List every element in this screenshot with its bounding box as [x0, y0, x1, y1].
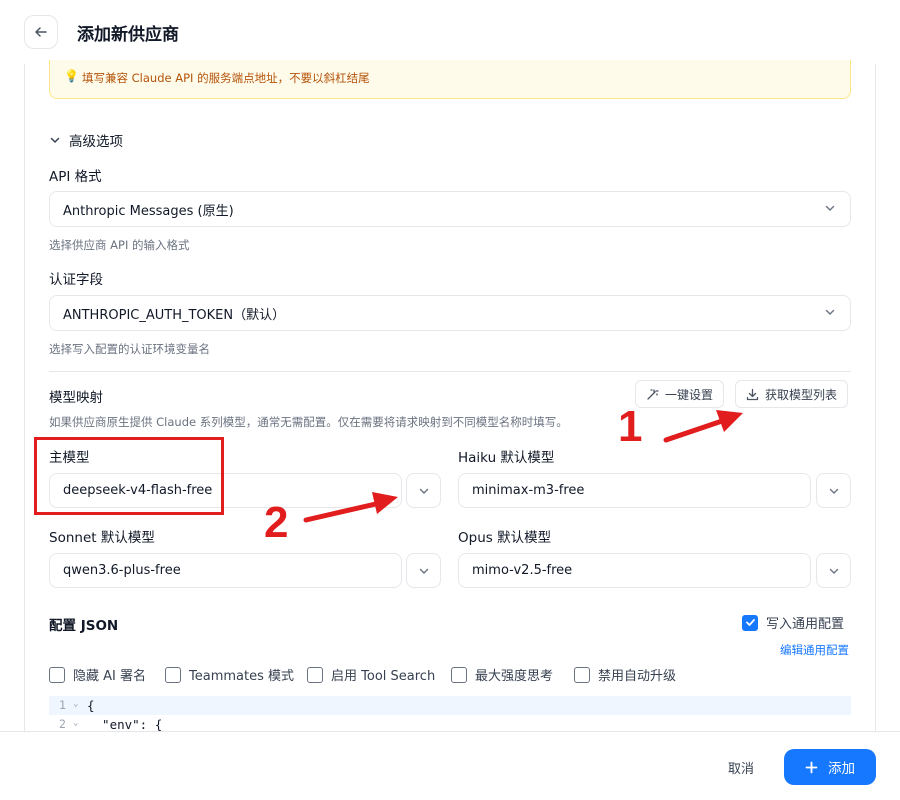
chevron-down-icon: [825, 309, 835, 315]
haiku-model-input[interactable]: minimax-m3-free: [458, 473, 811, 508]
advanced-options-toggle[interactable]: 高级选项: [49, 130, 123, 150]
lightbulb-icon: 💡: [64, 69, 79, 83]
download-icon: [746, 388, 759, 400]
haiku-model-dropdown-button[interactable]: [816, 473, 851, 508]
model-mapping-title: 模型映射: [49, 390, 103, 406]
auth-field-label: 认证字段: [49, 272, 103, 288]
code-line: 1 ⌄ {: [49, 696, 851, 715]
code-text: "env": {: [87, 717, 163, 731]
option-label: 启用 Tool Search: [331, 669, 436, 684]
api-format-select[interactable]: Anthropic Messages (原生): [49, 191, 851, 227]
cancel-button[interactable]: 取消: [712, 751, 770, 783]
checkbox[interactable]: [49, 666, 65, 683]
check-icon: [745, 619, 755, 626]
option-enable-tool-search[interactable]: 启用 Tool Search: [307, 665, 435, 684]
section-divider: [49, 371, 851, 372]
option-disable-auto-upgrade[interactable]: 禁用自动升级: [574, 665, 676, 684]
code-line: 2 ⌄ "env": {: [49, 715, 851, 731]
api-format-value: Anthropic Messages (原生): [63, 203, 234, 219]
line-number: 2: [59, 717, 66, 731]
option-label: 禁用自动升级: [598, 669, 677, 684]
option-hide-ai-signature[interactable]: 隐藏 AI 署名: [49, 665, 146, 684]
arrow-left-icon: [35, 27, 47, 37]
haiku-model-value: minimax-m3-free: [472, 483, 585, 498]
chevron-down-icon: [829, 488, 838, 494]
opus-model-input[interactable]: mimo-v2.5-free: [458, 553, 811, 588]
one-click-setup-label: 一键设置: [665, 387, 714, 402]
checkbox[interactable]: [165, 666, 181, 683]
chevron-down-icon: [419, 568, 428, 574]
opus-model-dropdown-button[interactable]: [816, 553, 851, 588]
sonnet-model-input[interactable]: qwen3.6-plus-free: [49, 553, 402, 588]
chevron-down-icon: [825, 205, 835, 211]
option-label: 最大强度思考: [475, 669, 554, 684]
write-common-config-checkbox[interactable]: 写入通用配置: [742, 613, 844, 632]
annotation-number-2: 2: [264, 498, 289, 547]
sonnet-model-value: qwen3.6-plus-free: [63, 563, 181, 578]
advanced-options-label: 高级选项: [69, 134, 123, 150]
option-label: Teammates 模式: [189, 669, 294, 684]
hint-text: 填写兼容 Claude API 的服务端点地址，不要以斜杠结尾: [82, 71, 370, 85]
json-editor[interactable]: 1 ⌄ { 2 ⌄ "env": {: [49, 696, 851, 731]
add-button-label: 添加: [828, 761, 855, 777]
option-max-thinking[interactable]: 最大强度思考: [451, 665, 553, 684]
haiku-model-label: Haiku 默认模型: [458, 450, 555, 466]
checkbox[interactable]: [451, 666, 467, 683]
checkbox[interactable]: [574, 666, 590, 683]
api-format-helper: 选择供应商 API 的输入格式: [49, 238, 190, 252]
chevron-down-icon: [419, 488, 428, 494]
back-button[interactable]: [24, 15, 58, 49]
write-common-config-label: 写入通用配置: [766, 617, 845, 632]
auth-field-select[interactable]: ANTHROPIC_AUTH_TOKEN（默认）: [49, 295, 851, 331]
footer-bar: 取消 添加: [0, 731, 900, 800]
fetch-model-list-button[interactable]: 获取模型列表: [735, 380, 849, 408]
option-teammates-mode[interactable]: Teammates 模式: [165, 665, 294, 684]
magic-wand-icon: [647, 388, 659, 400]
sonnet-model-dropdown-button[interactable]: [406, 553, 441, 588]
edit-common-config-link[interactable]: 编辑通用配置: [780, 642, 849, 658]
chevron-down-icon: [829, 568, 838, 574]
auth-field-value: ANTHROPIC_AUTH_TOKEN（默认）: [63, 307, 286, 323]
checkbox-checked[interactable]: [742, 614, 758, 631]
main-model-dropdown-button[interactable]: [406, 473, 441, 508]
api-format-label: API 格式: [49, 169, 102, 185]
checkbox[interactable]: [307, 666, 323, 683]
fetch-model-list-label: 获取模型列表: [765, 387, 838, 402]
plus-icon: [805, 761, 818, 773]
line-number: 1: [59, 698, 66, 712]
fold-chevron-icon[interactable]: ⌄: [73, 699, 78, 709]
code-text: {: [87, 698, 95, 713]
model-mapping-helper: 如果供应商原生提供 Claude 系列模型，通常无需配置。仅在需要将请求映射到不…: [49, 415, 568, 429]
option-label: 隐藏 AI 署名: [73, 669, 146, 684]
opus-model-label: Opus 默认模型: [458, 530, 552, 546]
json-config-title: 配置 JSON: [49, 618, 119, 634]
opus-model-value: mimo-v2.5-free: [472, 563, 573, 578]
fold-chevron-icon[interactable]: ⌄: [73, 718, 78, 728]
page-title: 添加新供应商: [77, 25, 179, 45]
annotation-highlight-box: [34, 437, 224, 515]
add-button[interactable]: 添加: [784, 749, 876, 785]
header: 添加新供应商: [0, 0, 900, 64]
one-click-setup-button[interactable]: 一键设置: [635, 380, 725, 408]
annotation-number-1: 1: [618, 402, 643, 451]
auth-field-helper: 选择写入配置的认证环境变量名: [49, 342, 210, 356]
sonnet-model-label: Sonnet 默认模型: [49, 530, 155, 546]
hint-banner: 💡 填写兼容 Claude API 的服务端点地址，不要以斜杠结尾: [49, 60, 851, 99]
chevron-down-icon: [50, 137, 60, 144]
